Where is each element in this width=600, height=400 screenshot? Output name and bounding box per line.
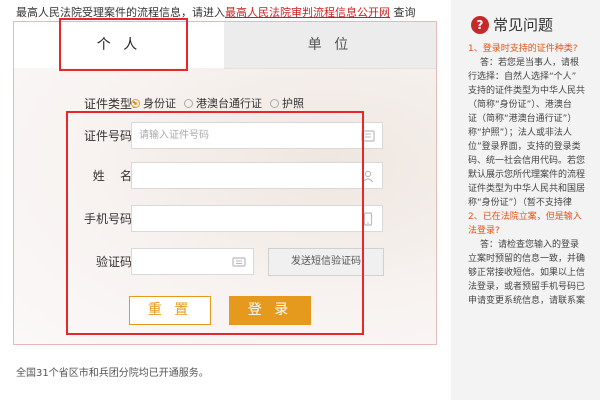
code-row: 验证码: 发送短信验证码 <box>14 248 436 278</box>
faq-sidebar: ? 常见问题 1、登录时支持的证件种类? 答：若您是当事人，请根行选择：自然人选择“… <box>451 0 600 400</box>
reset-button[interactable]: 重 置 <box>129 296 211 325</box>
tab-organization[interactable]: 单 位 <box>224 22 436 69</box>
faq-question: 2、已在法院立案，但是输入 <box>468 212 582 222</box>
phone-row: 手机号码: <box>14 205 436 235</box>
question-mark-icon: ? <box>471 15 489 34</box>
cert-type-radio[interactable]: 身份证 <box>131 95 176 111</box>
code-label: 验证码: <box>95 255 136 269</box>
faq-answer-line: 位”登录界面，支持的登录类 <box>468 142 581 152</box>
faq-answer-line: 答：请检查您输入的登录 <box>480 240 580 250</box>
send-sms-code-button[interactable]: 发送短信验证码 <box>268 248 384 276</box>
cert-no-label: 证件号码: <box>83 129 136 143</box>
cert-type-radio[interactable]: 护照 <box>270 95 304 111</box>
cert-type-radio-group: 身份证 港澳台通行证 护照 <box>131 95 312 111</box>
phone-field <box>131 205 383 232</box>
faq-answer-line: 立案时预留的信息一致，并确 <box>468 254 586 264</box>
radio-circle-icon <box>131 99 140 108</box>
trial-process-site-link[interactable]: 最高人民法院审判流程信息公开网 <box>225 6 390 19</box>
notice-prefix: 最高人民法院受理案件的流程信息，请进入 <box>16 6 225 19</box>
top-notice: 最高人民法院受理案件的流程信息，请进入最高人民法院审判流程信息公开网 查询 <box>16 4 416 20</box>
faq-answer-line: 证件类型为中华人民共和国居 <box>468 184 586 194</box>
code-input[interactable] <box>132 249 229 274</box>
keyboard-icon <box>232 257 246 267</box>
faq-answer-line: 申请变更系统信息，请联系案 <box>468 296 586 306</box>
cert-type-label: 证件类型: <box>83 97 136 111</box>
login-panel: 个 人 单 位 证件类型: 身份证 港澳台通行证 护照 证件号码: 姓 名: <box>13 21 437 345</box>
phone-input[interactable] <box>132 206 354 231</box>
cert-type-radio[interactable]: 港澳台通行证 <box>184 95 262 111</box>
user-icon <box>362 170 374 183</box>
faq-answer-line: 证（简称“港澳台通行证”） <box>468 114 577 124</box>
faq-question: 1、登录时支持的证件种类? <box>468 44 578 54</box>
tab-personal[interactable]: 个 人 <box>14 22 224 68</box>
faq-answer-line: 称“护照”）；法人或非法人 <box>468 128 572 138</box>
name-row: 姓 名: <box>14 162 436 192</box>
radio-circle-icon <box>270 99 279 108</box>
login-tabs: 个 人 单 位 <box>14 22 436 69</box>
faq-answer-line: 称“身份证”）（暂不支持律 <box>468 198 572 208</box>
cert-type-option-label: 港澳台通行证 <box>196 97 262 110</box>
faq-answer-line: 够正常接收短信。如果以上信 <box>468 268 586 278</box>
faq-answer-line: 行选择：自然人选择“个人” <box>468 72 577 82</box>
faq-answer-line: 默认展示您所代理案件的流程 <box>468 170 586 180</box>
faq-header: ? 常见问题 <box>471 14 553 38</box>
cert-no-field <box>131 122 383 149</box>
code-field <box>131 248 254 275</box>
cert-no-row: 证件号码: <box>14 122 436 152</box>
faq-content: 1、登录时支持的证件种类? 答：若您是当事人，请根行选择：自然人选择“个人” 支持的… <box>468 42 600 308</box>
faq-answer-line: 支持的证件类型为中华人民共 <box>468 86 586 96</box>
name-field <box>131 162 383 189</box>
notice-suffix: 查询 <box>393 6 416 19</box>
faq-question: 法登录? <box>468 226 500 236</box>
faq-title: 常见问题 <box>493 16 554 34</box>
phone-label: 手机号码: <box>83 212 136 226</box>
faq-answer-line: 法登录，或者预留手机号码已 <box>468 282 586 292</box>
coverage-note: 全国31个省区市和兵团分院均已开通服务。 <box>16 368 209 379</box>
faq-answer-line: （简称“身份证”）、港澳台 <box>468 100 572 110</box>
name-label: 姓 名: <box>92 169 136 183</box>
cert-type-option-label: 护照 <box>282 97 304 110</box>
mobile-phone-icon <box>363 212 373 226</box>
login-button[interactable]: 登 录 <box>229 296 311 325</box>
radio-circle-icon <box>184 99 193 108</box>
cert-no-input[interactable] <box>132 123 354 148</box>
cert-type-row: 证件类型: 身份证 港澳台通行证 护照 <box>14 90 436 120</box>
cert-type-option-label: 身份证 <box>143 97 176 110</box>
faq-answer-line: 答：若您是当事人，请根 <box>480 58 580 68</box>
id-card-icon <box>361 130 375 142</box>
name-input[interactable] <box>132 163 354 188</box>
faq-answer-line: 码、统一社会信用代码。若您 <box>468 156 586 166</box>
